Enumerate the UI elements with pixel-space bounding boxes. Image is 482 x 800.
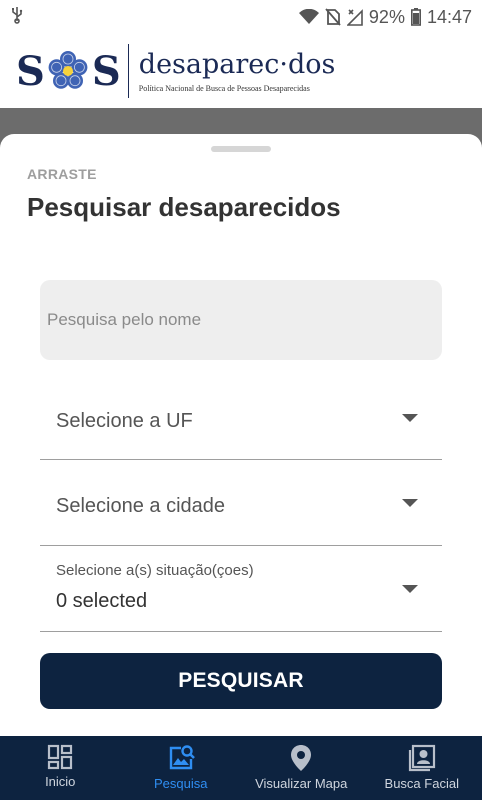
status-select-label: Selecione a(s) situação(çoes) <box>56 562 254 579</box>
bottom-navigation: Inicio Pesquisa Visualizar Mapa Busca Fa… <box>0 736 482 800</box>
nav-label-busca-facial: Busca Facial <box>384 776 459 791</box>
brand-subtitle: Política Nacional de Busca de Pessoas De… <box>138 83 310 93</box>
brand-text: desaparec·dos Política Nacional de Busca… <box>138 48 336 93</box>
nav-label-mapa: Visualizar Mapa <box>255 776 348 791</box>
city-select[interactable]: Selecione a cidade <box>40 460 442 546</box>
nav-item-busca-facial[interactable]: Busca Facial <box>362 736 482 800</box>
search-button[interactable]: PESQUISAR <box>40 653 442 709</box>
city-select-value: Selecione a cidade <box>56 495 226 517</box>
app-header: S S desaparec·dos Política Nacional de B… <box>0 34 482 108</box>
wifi-icon <box>298 9 319 25</box>
name-search-input[interactable] <box>40 280 442 360</box>
name-search-field[interactable] <box>40 280 442 360</box>
map-pin-icon <box>291 745 312 771</box>
logo-letter-left: S <box>16 47 45 95</box>
portrait-icon <box>408 744 435 772</box>
nav-label-inicio: Inicio <box>45 774 76 789</box>
no-sim-icon <box>325 8 341 26</box>
image-search-icon <box>169 745 195 770</box>
dropdown-arrow-icon <box>402 585 418 593</box>
battery-icon <box>410 8 421 26</box>
dashboard-icon <box>48 744 73 770</box>
dropdown-arrow-icon <box>402 414 418 422</box>
flower-icon <box>48 51 88 89</box>
sheet-title: Pesquisar desaparecidos <box>27 192 341 222</box>
logo-divider <box>127 44 129 98</box>
nav-label-pesquisa: Pesquisa <box>154 776 208 791</box>
drag-label: ARRASTE <box>27 166 97 182</box>
logo-letter-right: S <box>91 47 121 95</box>
no-signal-icon <box>346 8 363 26</box>
search-bottom-sheet: ARRASTE Pesquisar desaparecidos Selecion… <box>0 134 482 736</box>
status-icons: 92% 14:47 <box>298 6 472 28</box>
usb-icon <box>10 6 24 29</box>
nav-item-pesquisa[interactable]: Pesquisa <box>121 736 242 800</box>
brand-word: desaparec·dos <box>138 48 336 80</box>
clock: 14:47 <box>426 6 472 27</box>
status-bar: 92% 14:47 <box>0 0 482 34</box>
sos-logo: S S <box>16 47 121 95</box>
dropdown-arrow-icon <box>402 499 418 507</box>
battery-percent: 92% <box>368 6 405 27</box>
uf-select[interactable]: Selecione a UF <box>40 374 442 460</box>
status-select-value: 0 selected <box>56 590 148 612</box>
nav-item-inicio[interactable]: Inicio <box>0 736 121 800</box>
status-multiselect[interactable]: Selecione a(s) situação(çoes) 0 selected <box>40 546 442 632</box>
uf-select-value: Selecione a UF <box>56 410 193 432</box>
nav-item-mapa[interactable]: Visualizar Mapa <box>241 736 362 800</box>
drag-handle[interactable] <box>211 146 271 152</box>
